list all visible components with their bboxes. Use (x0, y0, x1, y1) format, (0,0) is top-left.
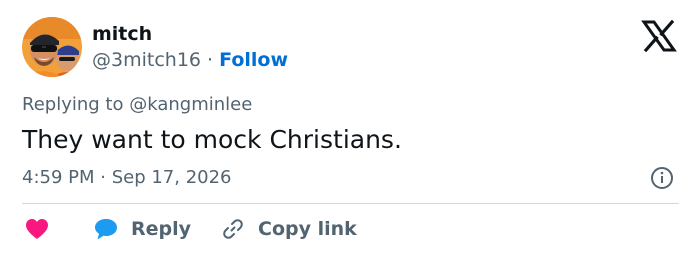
copy-link-label: Copy link (258, 218, 357, 240)
x-logo-icon[interactable] (641, 19, 677, 53)
tweet-card: mitch @3mitch16 · Follow Replying to @ka… (0, 0, 700, 256)
tweet-text: They want to mock Christians. (22, 125, 402, 154)
link-icon (221, 217, 245, 241)
reply-label: Reply (131, 218, 192, 240)
replying-to-prefix: Replying to (22, 94, 124, 115)
replying-to-line: Replying to @kangminlee (22, 93, 252, 117)
info-icon[interactable] (650, 166, 674, 190)
author-avatar[interactable] (22, 17, 82, 77)
speech-bubble-icon (93, 217, 119, 241)
tweet-timestamp[interactable]: 4:59 PM · Sep 17, 2026 (22, 166, 232, 190)
copy-link-button[interactable]: Copy link (221, 217, 357, 241)
avatar-photo (22, 17, 82, 77)
divider (22, 203, 679, 204)
handle-separator: · (207, 49, 214, 71)
heart-icon[interactable] (24, 217, 50, 241)
author-handle-row: @3mitch16 · Follow (92, 48, 288, 72)
replying-to-mention[interactable]: @kangminlee (129, 94, 252, 115)
author-handle[interactable]: @3mitch16 (92, 49, 201, 71)
tweet-actions: Reply Copy link (22, 214, 357, 244)
reply-button[interactable]: Reply (93, 217, 191, 241)
author-display-name[interactable]: mitch (92, 23, 152, 45)
follow-button[interactable]: Follow (219, 49, 288, 71)
